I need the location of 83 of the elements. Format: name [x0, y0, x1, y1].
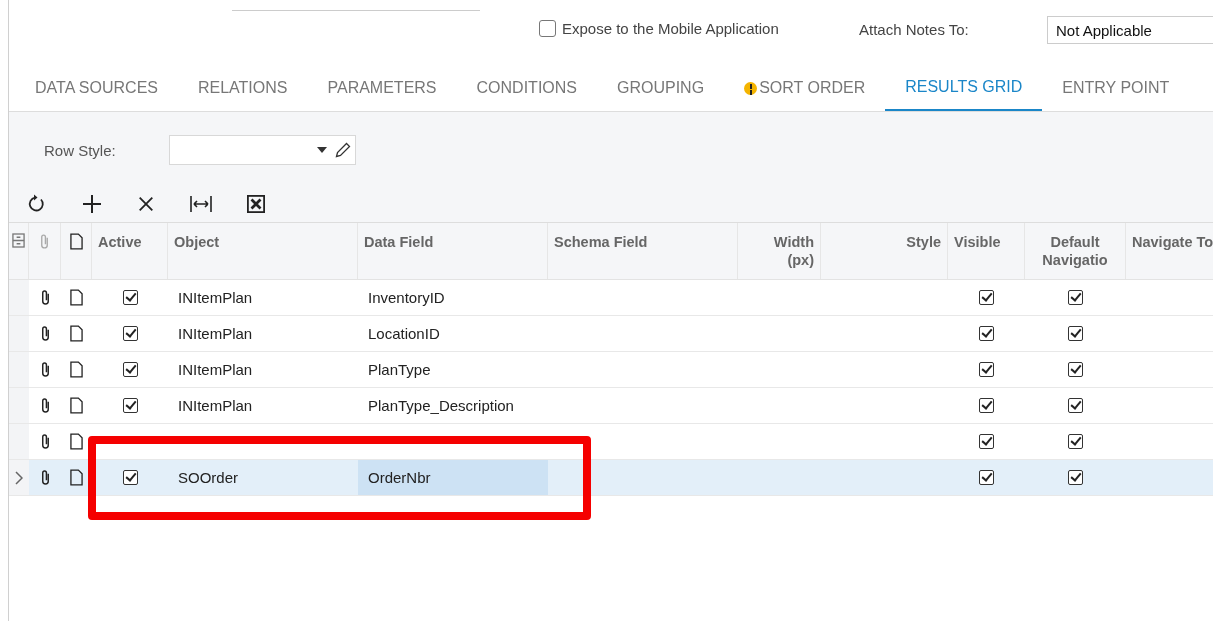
note-icon[interactable] — [70, 361, 83, 378]
table-cell-text: InventoryID — [367, 288, 446, 308]
checkbox[interactable] — [122, 326, 138, 341]
note-icon[interactable] — [70, 325, 83, 342]
field-label: Row Style: — [44, 141, 117, 159]
checkbox[interactable] — [979, 470, 994, 485]
tab[interactable]: PARAMETERS — [307, 65, 457, 111]
column-header[interactable]: Width (px) — [738, 223, 821, 279]
table-cell: INItemPlan — [178, 397, 253, 414]
grid-row[interactable]: SOOrder OrderNbr — [9, 460, 1213, 496]
column-header[interactable]: Default Navigatio — [1025, 223, 1126, 279]
grid-row[interactable]: INItemPlan PlanType — [9, 352, 1213, 388]
tab[interactable]: CONDITIONS — [456, 65, 597, 111]
checkbox[interactable] — [1068, 290, 1083, 305]
paperclip-icon[interactable] — [39, 469, 51, 486]
table-cell-text: PlanType_Description — [367, 396, 515, 416]
row-selector-cell[interactable] — [9, 352, 29, 387]
tab[interactable]: DATA SOURCES — [15, 65, 178, 111]
row-selector-cell[interactable] — [9, 316, 29, 351]
attach-notes-field[interactable]: Not Applicable — [1047, 16, 1213, 44]
field-label: Attach Notes To: — [859, 21, 969, 38]
grid-row[interactable]: INItemPlan PlanType_Description — [9, 388, 1213, 424]
table-cell: INItemPlan — [178, 361, 253, 378]
note-icon[interactable] — [70, 397, 83, 414]
checkbox[interactable] — [1068, 326, 1083, 341]
checkbox[interactable] — [122, 398, 138, 413]
row-selector-cell[interactable] — [9, 424, 29, 459]
paperclip-icon[interactable] — [39, 433, 51, 450]
add-icon[interactable] — [82, 194, 102, 214]
table-cell-text: PlanType — [367, 360, 432, 380]
tab[interactable]: RELATIONS — [178, 65, 308, 111]
checkbox[interactable] — [979, 290, 994, 305]
tab[interactable]: SORT ORDER — [724, 65, 886, 111]
table-cell: SOOrder — [178, 469, 238, 486]
checkbox[interactable] — [539, 20, 556, 37]
paperclip-icon[interactable] — [39, 397, 51, 414]
checkbox[interactable] — [979, 434, 994, 449]
delete-icon[interactable] — [137, 195, 155, 213]
row-selector-cell[interactable] — [9, 280, 29, 315]
checkbox[interactable] — [979, 326, 994, 341]
paperclip-icon[interactable] — [39, 361, 51, 378]
checkbox[interactable] — [979, 362, 994, 377]
column-header[interactable]: Style — [821, 223, 948, 279]
checkbox[interactable] — [122, 362, 138, 377]
note-icon — [69, 233, 83, 250]
checkbox[interactable] — [1068, 362, 1083, 377]
column-header[interactable]: Active — [92, 223, 168, 279]
note-icon[interactable] — [70, 289, 83, 306]
row-selector-cell[interactable] — [9, 388, 29, 423]
row-selector-cell[interactable] — [9, 460, 29, 495]
table-cell: INItemPlan — [178, 325, 253, 342]
edit-icon[interactable] — [335, 142, 351, 158]
refresh-icon[interactable] — [27, 194, 47, 214]
dropdown-arrow-icon[interactable] — [317, 147, 327, 153]
table-cell: OrderNbr — [358, 460, 548, 495]
checkbox[interactable] — [1068, 434, 1083, 449]
tab[interactable]: GROUPING — [597, 65, 725, 111]
table-cell-text: LocationID — [367, 324, 441, 344]
checkbox[interactable] — [1068, 398, 1083, 413]
row-selector-icon — [12, 233, 25, 248]
checkbox[interactable] — [122, 290, 138, 305]
chevron-icon — [15, 470, 23, 485]
checkbox-label: Expose to the Mobile Application — [562, 20, 779, 37]
note-icon[interactable] — [70, 433, 83, 450]
tab[interactable]: ENTRY POINT — [1042, 65, 1190, 111]
column-header[interactable]: Visible — [948, 223, 1025, 279]
excel-export-icon[interactable] — [247, 195, 265, 213]
paperclip-icon[interactable] — [39, 325, 51, 342]
note-icon[interactable] — [70, 469, 83, 486]
warning-icon — [744, 81, 758, 95]
column-header[interactable]: Navigate To — [1126, 223, 1213, 279]
column-header[interactable]: Schema Field — [548, 223, 738, 279]
column-header[interactable]: Data Field — [358, 223, 548, 279]
paperclip-icon[interactable] — [39, 289, 51, 306]
grid-row[interactable]: INItemPlan InventoryID — [9, 280, 1213, 316]
checkbox[interactable] — [1068, 470, 1083, 485]
checkbox[interactable] — [979, 398, 994, 413]
fit-width-icon[interactable] — [190, 195, 212, 213]
paperclip-icon — [39, 233, 50, 250]
table-cell: INItemPlan — [178, 289, 253, 306]
column-header[interactable]: Object — [168, 223, 358, 279]
grid-row[interactable]: INItemPlan LocationID — [9, 316, 1213, 352]
checkbox[interactable] — [122, 470, 138, 485]
